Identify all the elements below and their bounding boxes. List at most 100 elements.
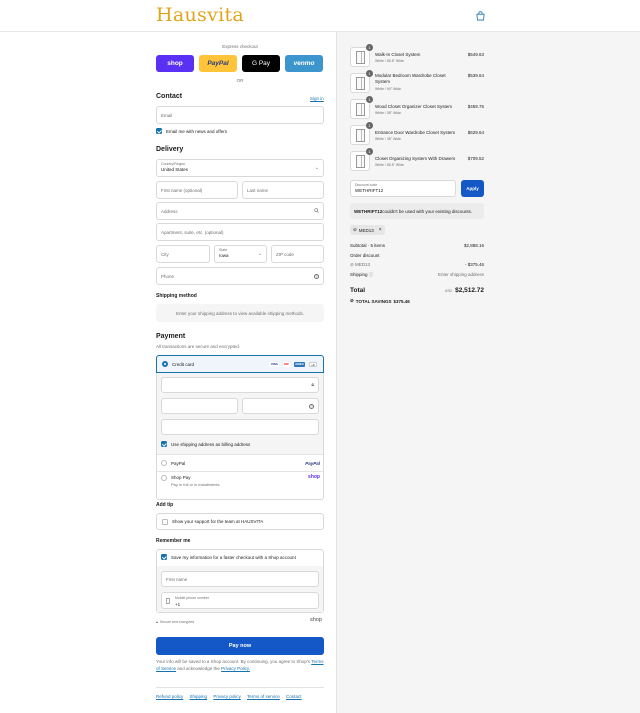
expiration-field[interactable]: [161, 398, 238, 414]
help-icon[interactable]: ⓘ: [369, 272, 374, 277]
shipping-link[interactable]: Shipping: [190, 694, 208, 699]
quantity-badge: 1: [366, 148, 373, 155]
shop-pay-radio[interactable]: [161, 475, 167, 481]
billing-checkbox-row[interactable]: Use shipping address as billing address: [161, 441, 250, 447]
privacy-policy-link[interactable]: Privacy policy: [213, 694, 241, 699]
terms-of-service-link[interactable]: Terms of service: [247, 694, 280, 699]
state-select[interactable]: State Iowa ⌄: [214, 245, 267, 263]
shop-pay-subtitle: Pay in full or in installments: [171, 482, 220, 487]
quantity-badge: 1: [366, 70, 373, 77]
total-savings: ⊘ TOTAL SAVINGS $375.46: [350, 298, 410, 304]
help-icon[interactable]: ?: [309, 404, 314, 409]
phone-field[interactable]: Phone ?: [156, 267, 324, 285]
paypal-button[interactable]: PayPal: [199, 55, 237, 72]
news-checkbox-row[interactable]: Email me with news and offers: [156, 128, 227, 134]
shop-pay-button[interactable]: shop: [156, 55, 194, 72]
product-price: $549.63: [467, 52, 484, 57]
help-icon[interactable]: ?: [314, 274, 319, 279]
order-discount-row: Order discount: [350, 253, 484, 258]
applied-code: MED13: [355, 262, 371, 267]
first-name-placeholder: First name (optional): [161, 187, 203, 193]
refund-policy-link[interactable]: Refund policy: [156, 694, 183, 699]
google-pay-button[interactable]: G Pay: [242, 55, 280, 72]
shop-pay-option[interactable]: Shop Pay Pay in full or in installments …: [161, 474, 320, 490]
address-placeholder: Address: [161, 208, 178, 214]
first-name-field[interactable]: First name (optional): [156, 181, 238, 199]
mobile-phone-field[interactable]: Mobile phone number +1: [161, 592, 319, 609]
billing-checkbox[interactable]: [161, 441, 167, 447]
pay-now-button[interactable]: Pay now: [156, 637, 324, 655]
venmo-button[interactable]: venmo: [285, 55, 323, 72]
amex-icon: AMEX: [293, 362, 306, 368]
city-field[interactable]: City: [156, 245, 210, 263]
payment-heading: Payment: [156, 333, 186, 340]
card-number-field[interactable]: 🔒︎: [161, 377, 319, 393]
save-info-checkbox[interactable]: [161, 554, 167, 560]
tag-icon: ⊘: [350, 298, 354, 303]
delivery-heading: Delivery: [156, 146, 184, 153]
footer-divider: [156, 687, 324, 688]
shipping-label: Shipping: [350, 272, 368, 277]
quantity-badge: 1: [366, 122, 373, 129]
tip-checkbox[interactable]: [162, 518, 168, 525]
mastercard-icon: MC: [282, 362, 291, 368]
shop-logo: shop: [308, 474, 320, 480]
country-label: Country/Region: [161, 162, 186, 166]
contact-heading: Contact: [156, 93, 183, 100]
mobile-phone-value: +1: [175, 602, 181, 607]
legal-text: Your info will be saved to a Shop accoun…: [156, 659, 326, 672]
privacy-policy-link[interactable]: Privacy Policy.: [221, 666, 250, 671]
zip-field[interactable]: ZIP code: [271, 245, 324, 263]
discount-code-field[interactable]: Discount code WETHRIFT12: [350, 180, 456, 197]
quantity-badge: 1: [366, 44, 373, 51]
express-checkout-title: Express checkout: [222, 44, 258, 49]
more-cards-badge: +3: [308, 362, 317, 368]
discount-amount: - $375.46: [464, 262, 484, 267]
order-discount-label: Order discount: [350, 253, 380, 258]
paypal-radio[interactable]: [161, 460, 167, 466]
paypal-logo: PayPal: [305, 460, 320, 466]
currency-code: USD: [444, 289, 453, 293]
state-label: State: [219, 248, 228, 252]
store-logo[interactable]: Hausvita: [156, 4, 244, 26]
apply-button[interactable]: Apply: [461, 180, 484, 197]
paypal-label: PayPal: [171, 460, 186, 466]
paypal-option[interactable]: PayPal PayPal: [161, 458, 320, 468]
lock-icon: 🔒︎: [311, 382, 314, 388]
city-placeholder: City: [161, 251, 169, 257]
apartment-field[interactable]: Apartment, suite, etc. (optional): [156, 223, 324, 241]
security-code-field[interactable]: ?: [242, 398, 319, 414]
save-info-row[interactable]: Save my information for a faster checkou…: [161, 554, 296, 560]
sign-in-link[interactable]: Sign in: [310, 96, 324, 101]
product-price: $629.64: [467, 130, 484, 135]
chevron-down-icon: ⌄: [257, 251, 262, 257]
remove-discount-icon[interactable]: ×: [379, 227, 382, 233]
shopping-bag-icon[interactable]: [476, 11, 485, 21]
billing-label: Use shipping address as billing address: [171, 441, 251, 447]
email-placeholder: Email: [161, 112, 173, 118]
add-tip-heading: Add tip: [156, 502, 174, 508]
product-variant: White / 38" Wide: [375, 137, 401, 141]
news-checkbox[interactable]: [156, 128, 162, 134]
apartment-placeholder: Apartment, suite, etc. (optional): [161, 229, 224, 235]
product-price: $709.52: [467, 156, 484, 161]
country-select[interactable]: Country/Region United States ⌄: [156, 159, 324, 177]
savings-value: $375.46: [393, 298, 410, 304]
shipping-value: Enter shipping address: [437, 272, 484, 277]
total-value: $2,512.72: [455, 287, 484, 294]
credit-card-option[interactable]: Credit card VISA MC AMEX +3: [156, 355, 324, 373]
header: Hausvita: [0, 0, 640, 32]
remember-me-heading: Remember me: [156, 538, 191, 544]
remember-first-name-placeholder: First name: [166, 576, 188, 582]
email-field[interactable]: Email: [156, 106, 324, 124]
last-name-placeholder: Last name: [247, 187, 269, 193]
contact-link[interactable]: Contact: [286, 694, 302, 699]
payment-subtitle: All transactions are secure and encrypte…: [156, 344, 241, 349]
tip-option[interactable]: Show your support for the team at HAUSVI…: [156, 513, 324, 530]
credit-card-radio[interactable]: [162, 361, 168, 367]
address-field[interactable]: Address: [156, 202, 324, 220]
remember-first-name-field[interactable]: First name: [161, 571, 319, 587]
tag-icon: ⊘: [353, 227, 357, 232]
name-on-card-field[interactable]: [161, 419, 319, 435]
last-name-field[interactable]: Last name: [242, 181, 324, 199]
